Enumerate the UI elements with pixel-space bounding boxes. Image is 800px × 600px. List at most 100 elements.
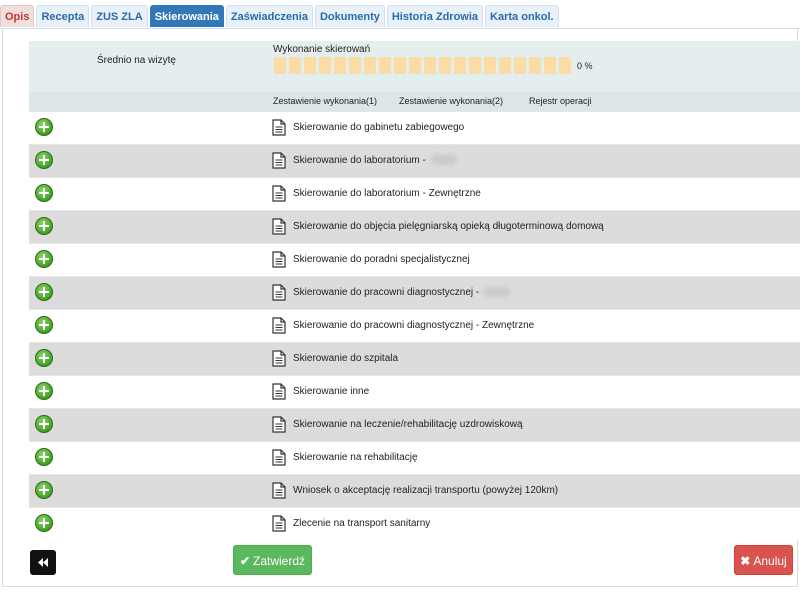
x-icon: ✖: [740, 554, 751, 568]
back-button[interactable]: [30, 550, 56, 575]
tab-historia-zdrowia[interactable]: Historia Zdrowia: [386, 5, 484, 27]
progress-segment: [319, 57, 331, 74]
referral-label[interactable]: Skierowanie do laboratorium -: [293, 155, 457, 166]
link-operations-register[interactable]: Rejestr operacji: [529, 96, 592, 106]
referral-row: Skierowanie inne: [29, 375, 800, 408]
referral-row: Skierowanie do gabinetu zabiegowego: [29, 111, 800, 144]
referral-label[interactable]: Wniosek o akceptację realizacji transpor…: [293, 485, 558, 496]
add-referral-icon[interactable]: [35, 349, 53, 367]
referral-label-text: Skierowanie do laboratorium -: [293, 155, 429, 166]
referral-label-text: Zlecenie na transport sanitarny: [293, 518, 431, 529]
progress-segment: [454, 57, 466, 74]
referral-label-text: Skierowanie na leczenie/rehabilitację uz…: [293, 419, 523, 430]
progress-segment: [529, 57, 541, 74]
progress-segment: [364, 57, 376, 74]
referral-label-text: Wniosek o akceptację realizacji transpor…: [293, 485, 559, 496]
execution-progress-bar: [274, 57, 574, 74]
progress-segment: [499, 57, 511, 74]
link-execution-summary-2[interactable]: Zestawienie wykonania(2): [399, 96, 503, 106]
referral-label-text: Skierowanie do pracowni diagnostycznej -…: [293, 320, 535, 331]
document-icon: [272, 185, 286, 202]
confirm-label: Zatwierdź: [253, 554, 306, 568]
add-referral-icon[interactable]: [35, 448, 53, 466]
tab-skierowania[interactable]: Skierowania: [149, 5, 224, 27]
tab-bar: Opis Recepta ZUS ZLA Skierowania Zaświad…: [0, 5, 561, 29]
add-referral-icon[interactable]: [35, 514, 53, 532]
check-icon: ✔: [239, 554, 251, 568]
referral-row: Zlecenie na transport sanitarny: [29, 507, 800, 540]
tab-karta-onkol[interactable]: Karta onkol.: [485, 5, 559, 27]
execution-progress-percent: 0 %: [577, 61, 593, 71]
report-links-bar: Zestawienie wykonania(1) Zestawienie wyk…: [29, 92, 800, 111]
referral-row: Skierowanie na leczenie/rehabilitację uz…: [29, 408, 800, 441]
referral-row: Skierowanie do poradni specjalistycznej: [29, 243, 800, 276]
document-icon: [272, 383, 286, 400]
tab-dokumenty[interactable]: Dokumenty: [314, 5, 385, 27]
referral-label[interactable]: Skierowanie do poradni specjalistycznej: [293, 254, 470, 265]
referral-label-text: Skierowanie do gabinetu zabiegowego: [293, 122, 465, 133]
summary-section: Średnio na wizytę Wykonanie skierowań 0 …: [29, 41, 800, 111]
document-icon: [272, 152, 286, 169]
referral-label[interactable]: Skierowanie do szpitala: [293, 353, 398, 364]
document-icon: [272, 218, 286, 235]
document-icon: [272, 449, 286, 466]
tab-recepta[interactable]: Recepta: [36, 5, 90, 27]
add-referral-icon[interactable]: [35, 382, 53, 400]
referral-label[interactable]: Skierowanie do gabinetu zabiegowego: [293, 122, 464, 133]
add-referral-icon[interactable]: [35, 217, 53, 235]
document-icon: [272, 515, 286, 532]
progress-segment: [544, 57, 556, 74]
add-referral-icon[interactable]: [35, 118, 53, 136]
add-referral-icon[interactable]: [35, 316, 53, 334]
referral-label-text: Skierowanie na rehabilitację: [293, 452, 418, 463]
add-referral-icon[interactable]: [35, 151, 53, 169]
progress-segment: [274, 57, 286, 74]
add-referral-icon[interactable]: [35, 481, 53, 499]
referral-row: Wniosek o akceptację realizacji transpor…: [29, 474, 800, 507]
document-icon: [272, 119, 286, 136]
referral-label[interactable]: Zlecenie na transport sanitarny: [293, 518, 430, 529]
add-referral-icon[interactable]: [35, 250, 53, 268]
referral-label-text: Skierowanie do laboratorium - Zewnętrzne: [293, 188, 481, 199]
progress-segment: [484, 57, 496, 74]
document-icon: [272, 317, 286, 334]
redacted-text: [430, 155, 457, 166]
progress-segment: [469, 57, 481, 74]
referral-label[interactable]: Skierowanie na rehabilitację: [293, 452, 418, 463]
tab-zus-zla[interactable]: ZUS ZLA: [91, 5, 148, 27]
tab-opis[interactable]: Opis: [0, 5, 35, 27]
document-icon: [272, 251, 286, 268]
progress-segment: [409, 57, 421, 74]
referral-list: Skierowanie do gabinetu zabiegowego Skier…: [29, 111, 800, 540]
progress-segment: [514, 57, 526, 74]
progress-segment: [424, 57, 436, 74]
progress-segment: [559, 57, 571, 74]
referral-label[interactable]: Skierowanie do objęcia pielęgniarską opi…: [293, 221, 604, 232]
cancel-label: Anuluj: [753, 554, 787, 568]
link-execution-summary-1[interactable]: Zestawienie wykonania(1): [273, 96, 377, 106]
document-icon: [272, 350, 286, 367]
referral-label[interactable]: Skierowanie na leczenie/rehabilitację uz…: [293, 419, 523, 430]
confirm-button[interactable]: ✔ Zatwierdź: [233, 545, 312, 575]
referral-label[interactable]: Skierowanie do pracowni diagnostycznej -…: [293, 320, 534, 331]
referral-label[interactable]: Skierowanie do pracowni diagnostycznej -: [293, 287, 510, 298]
referrals-panel: Średnio na wizytę Wykonanie skierowań 0 …: [2, 29, 800, 587]
progress-segment: [289, 57, 301, 74]
progress-segment: [349, 57, 361, 74]
referral-row: Skierowanie do pracowni diagnostycznej -: [29, 276, 800, 309]
document-icon: [272, 416, 286, 433]
cancel-button[interactable]: ✖ Anuluj: [734, 545, 793, 575]
add-referral-icon[interactable]: [35, 283, 53, 301]
document-icon: [272, 284, 286, 301]
add-referral-icon[interactable]: [35, 184, 53, 202]
referral-label[interactable]: Skierowanie inne: [293, 386, 369, 397]
referral-label[interactable]: Skierowanie do laboratorium - Zewnętrzne: [293, 188, 481, 199]
double-chevron-left-icon: [38, 558, 48, 567]
referral-row: Skierowanie do pracowni diagnostycznej -…: [29, 309, 800, 342]
referral-row: Skierowanie do laboratorium -: [29, 144, 800, 177]
add-referral-icon[interactable]: [35, 415, 53, 433]
referral-label-text: Skierowanie inne: [293, 386, 370, 397]
tab-zaswiadczenia[interactable]: Zaświadczenia: [225, 5, 313, 27]
referral-execution-label: Wykonanie skierowań: [273, 44, 371, 55]
referral-label-text: Skierowanie do pracowni diagnostycznej -: [293, 287, 482, 298]
